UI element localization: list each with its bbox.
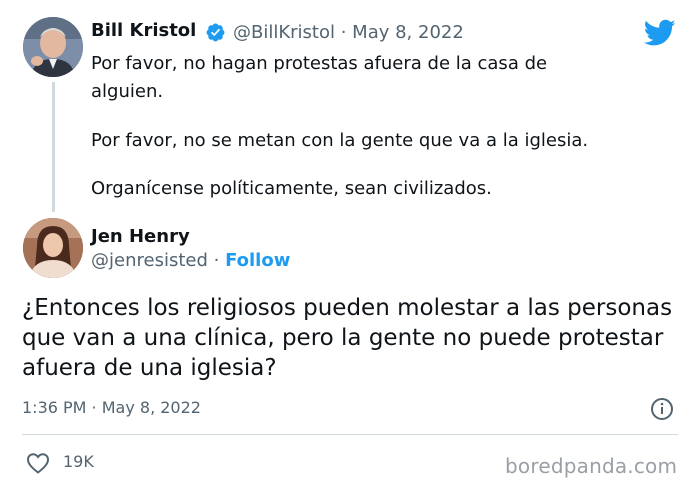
thread-connector-line — [52, 82, 55, 212]
tweet-text-line-4: Organícense políticamente, sean civiliza… — [91, 178, 492, 199]
reply-text: ¿Entonces los religiosos pueden molestar… — [22, 295, 673, 381]
follow-button[interactable]: Follow — [225, 250, 290, 271]
divider — [22, 434, 678, 435]
tweet-text-line-1: Por favor, no hagan protestas afuera de … — [91, 53, 548, 74]
tweet-text-line-2: alguien. — [91, 81, 164, 102]
like-count[interactable]: 19K — [63, 452, 94, 471]
avatar-jen-henry[interactable] — [23, 218, 83, 278]
reply-author-handle[interactable]: @jenresisted · — [91, 250, 219, 271]
reply-author-handle-row: @jenresisted · Follow — [91, 250, 290, 271]
tweet-text-line-3: Por favor, no se metan con la gente que … — [91, 130, 589, 151]
info-icon[interactable] — [650, 397, 674, 421]
heart-icon[interactable] — [25, 452, 51, 474]
avatar-bill-kristol[interactable] — [23, 17, 83, 77]
reply-author-name[interactable]: Jen Henry — [91, 226, 190, 247]
reply-timestamp[interactable]: 1:36 PM · May 8, 2022 — [22, 398, 201, 417]
verified-badge-icon — [206, 23, 225, 42]
twitter-bird-icon[interactable] — [644, 19, 676, 47]
author-handle-date[interactable]: @BillKristol · May 8, 2022 — [233, 22, 464, 43]
author-name[interactable]: Bill Kristol — [91, 20, 196, 41]
boredpanda-watermark: boredpanda.com — [505, 454, 678, 478]
